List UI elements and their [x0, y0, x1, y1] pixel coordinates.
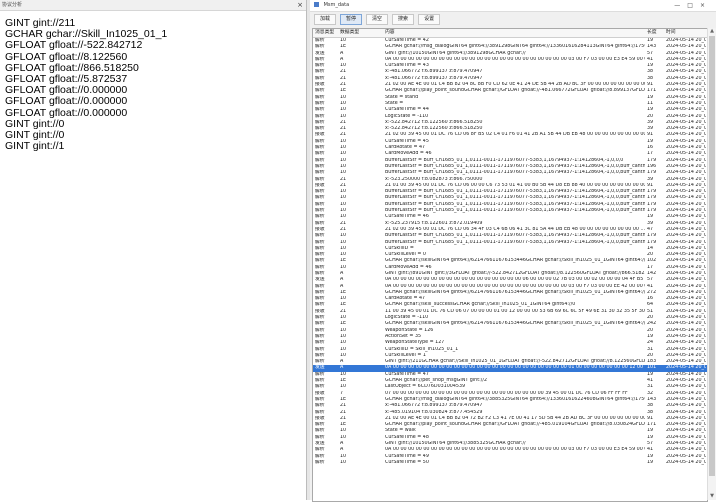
table-header: 消息类型 数据类型 内容 长度 时间: [313, 29, 707, 38]
analysis-pane: 协议分析 × GINT gint://211 GCHAR gchar://Skil…: [0, 0, 306, 500]
analysis-line: GINT gint://1: [5, 140, 65, 153]
toolbar-button-0[interactable]: 加载: [314, 14, 337, 25]
cell-content: CurSafeTime = 50: [385, 459, 429, 465]
col-header-type[interactable]: 消息类型: [315, 29, 337, 37]
toolbar: 加载 暂停 清空 搜索 设置: [310, 12, 716, 28]
cell-length: 19: [647, 459, 654, 465]
toolbar-button-1[interactable]: 暂停: [340, 14, 363, 25]
window-titlebar: Msm_data —□×: [310, 0, 716, 12]
col-header-dtype[interactable]: 数据类型: [340, 29, 384, 37]
window-title: Msm_data: [323, 2, 350, 8]
col-header-content[interactable]: 内容: [385, 29, 645, 37]
col-header-time[interactable]: 时间: [666, 29, 706, 37]
scroll-up-icon[interactable]: ▲: [708, 28, 716, 35]
cell-dtype: 10: [340, 459, 347, 465]
analysis-text-area[interactable]: GINT gint://211 GCHAR gchar://Skill_In102…: [0, 11, 306, 152]
window-controls[interactable]: —□×: [674, 0, 712, 11]
vertical-scrollbar[interactable]: ▲ ▼: [707, 28, 716, 500]
app-icon: [314, 2, 319, 7]
toolbar-button-3[interactable]: 搜索: [392, 14, 415, 25]
analysis-title-text: 协议分析: [2, 2, 23, 8]
table-body: 解析10CurSafeTime = 42192024-05-14 20_00..…: [313, 38, 707, 466]
table-row[interactable]: 解析 10 CurSafeTime = 50 19 2024-05-14 20_00..…: [313, 460, 707, 466]
scrollbar-thumb[interactable]: [709, 36, 715, 476]
col-header-length[interactable]: 长度: [647, 29, 665, 37]
close-icon[interactable]: ×: [297, 0, 303, 10]
toolbar-button-2[interactable]: 清空: [366, 14, 389, 25]
cell-type: 解析: [315, 459, 325, 465]
cell-time: 2024-05-14 20_00...: [666, 459, 706, 465]
scroll-down-icon[interactable]: ▼: [708, 493, 716, 500]
data-window: Msm_data —□× 加载 暂停 清空 搜索 设置 消息类型 数据类型 内容 长度 …: [310, 0, 716, 502]
analysis-line: GFLOAT gfloat://0.000000: [5, 95, 128, 108]
toolbar-button-4[interactable]: 设置: [418, 14, 441, 25]
analysis-line: GFLOAT gfloat://-522.842712: [5, 39, 143, 52]
message-table: 消息类型 数据类型 内容 长度 时间 解析 10 CurSafeTime = 42 1…: [312, 28, 708, 502]
analysis-pane-title: 协议分析 ×: [0, 0, 306, 11]
